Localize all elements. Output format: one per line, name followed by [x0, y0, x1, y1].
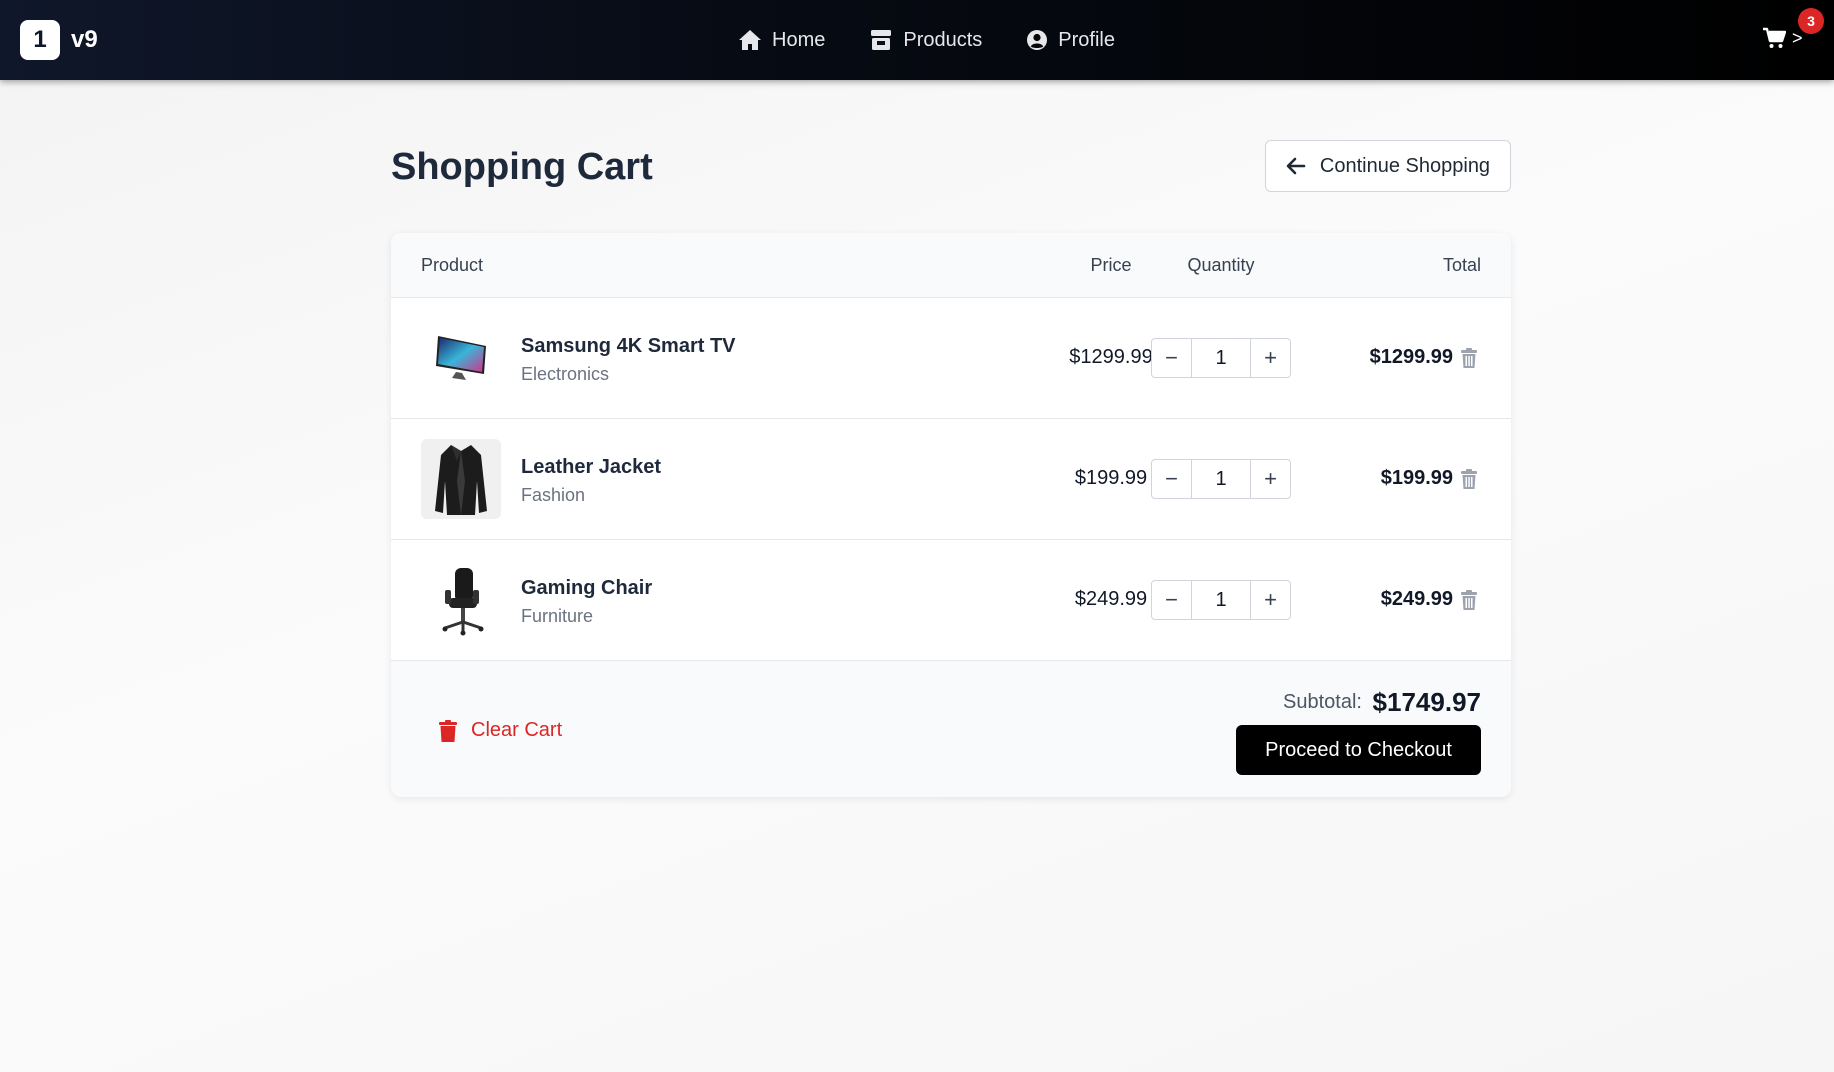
trash-icon[interactable]	[1461, 469, 1477, 489]
decrease-quantity-button[interactable]: −	[1152, 339, 1191, 377]
tv-image[interactable]	[421, 318, 501, 398]
header-product: Product	[421, 255, 484, 275]
quantity-value[interactable]: 1	[1191, 581, 1251, 619]
product-category: Electronics	[521, 364, 610, 384]
increase-quantity-button[interactable]: +	[1251, 339, 1290, 377]
quantity-stepper: − 1 +	[1151, 459, 1291, 499]
table-row: Samsung 4K Smart TV Electronics $1299.99…	[391, 298, 1511, 419]
nav-products-link[interactable]: Products	[869, 29, 982, 52]
clear-cart-label: Clear Cart	[471, 719, 563, 741]
arrow-left-icon	[1286, 157, 1306, 175]
nav-home-label: Home	[772, 28, 826, 51]
subtotal-label: Subtotal:	[1283, 691, 1362, 713]
quantity-value[interactable]: 1	[1191, 339, 1251, 377]
user-circle-icon	[1027, 30, 1048, 50]
store-icon	[871, 30, 892, 50]
subtotal-value: $1749.97	[1372, 687, 1481, 717]
product-name[interactable]: Gaming Chair	[521, 577, 652, 600]
home-icon	[739, 30, 761, 50]
product-category: Furniture	[521, 606, 594, 626]
cart-footer: Clear Cart Subtotal: $1749.97 Proceed to…	[391, 661, 1511, 797]
continue-shopping-button[interactable]: Continue Shopping	[1265, 140, 1511, 192]
continue-shopping-label: Continue Shopping	[1319, 154, 1491, 177]
nav-home-link[interactable]: Home	[738, 29, 825, 52]
top-navbar: 1 v9 Home Products Profile > 3	[0, 0, 1834, 80]
brand-name[interactable]: v9	[71, 26, 98, 54]
header-total: Total	[1442, 255, 1481, 275]
decrease-quantity-button[interactable]: −	[1152, 581, 1191, 619]
cart-button[interactable]: > 3	[1762, 8, 1824, 50]
product-total: $249.99	[1380, 588, 1453, 610]
header-quantity: Quantity	[1187, 255, 1255, 275]
product-category: Fashion	[521, 485, 586, 505]
product-name[interactable]: Samsung 4K Smart TV	[521, 335, 736, 358]
jacket-image[interactable]	[421, 439, 501, 519]
quantity-stepper: − 1 +	[1151, 580, 1291, 620]
brand[interactable]: 1 v9	[20, 20, 98, 60]
chair-image[interactable]	[421, 560, 501, 640]
product-total: $1299.99	[1369, 346, 1453, 368]
nav-profile-link[interactable]: Profile	[1026, 29, 1115, 52]
table-row: Leather Jacket Fashion $199.99 − 1 + $19…	[391, 419, 1511, 540]
quantity-stepper: − 1 +	[1151, 338, 1291, 378]
table-row: Gaming Chair Furniture $249.99 − 1 + $24…	[391, 540, 1511, 661]
increase-quantity-button[interactable]: +	[1251, 460, 1290, 498]
quantity-value[interactable]: 1	[1191, 460, 1251, 498]
nav-profile-label: Profile	[1058, 28, 1115, 51]
table-header: Product Price Quantity Total	[391, 233, 1511, 298]
cart-chevron: >	[1792, 27, 1803, 48]
cart-table: Product Price Quantity Total Samsung 4K …	[391, 233, 1511, 797]
increase-quantity-button[interactable]: +	[1251, 581, 1290, 619]
decrease-quantity-button[interactable]: −	[1152, 460, 1191, 498]
trash-icon[interactable]	[1461, 348, 1477, 368]
shopping-cart-icon	[1763, 27, 1786, 48]
nav-links: Home Products Profile	[738, 0, 1159, 80]
clear-cart-button[interactable]: Clear Cart	[439, 719, 562, 742]
product-total: $199.99	[1380, 467, 1453, 489]
trash-icon	[439, 719, 457, 742]
proceed-to-checkout-button[interactable]: Proceed to Checkout	[1236, 725, 1481, 775]
product-name[interactable]: Leather Jacket	[521, 456, 661, 479]
cart-count-badge: 3	[1798, 8, 1824, 34]
page-title: Shopping Cart	[391, 146, 653, 188]
nav-products-label: Products	[903, 28, 983, 51]
trash-icon[interactable]	[1461, 590, 1477, 610]
brand-logo[interactable]: 1	[20, 20, 60, 60]
